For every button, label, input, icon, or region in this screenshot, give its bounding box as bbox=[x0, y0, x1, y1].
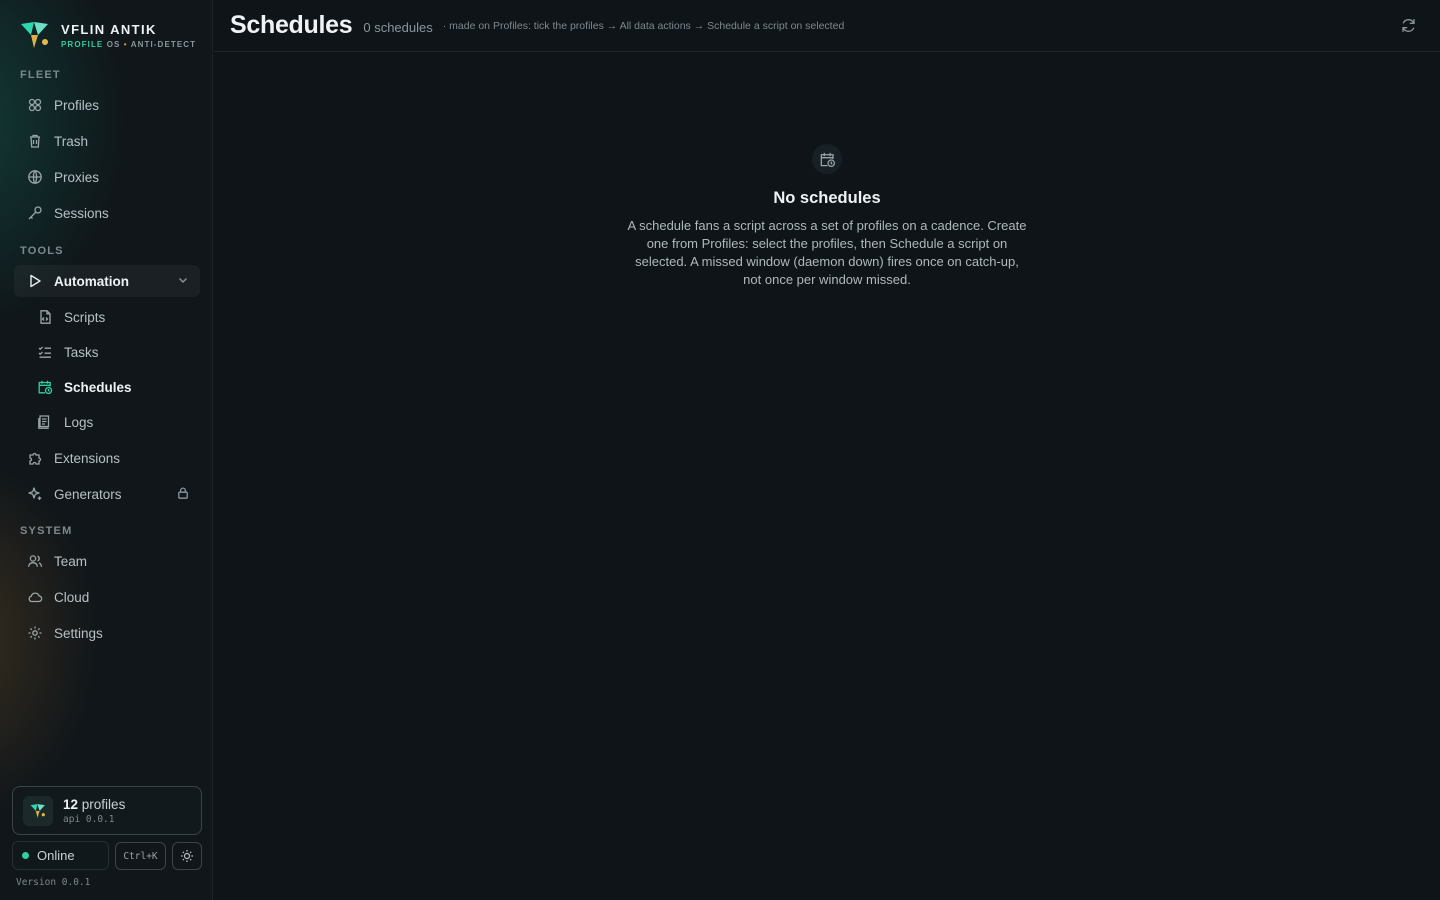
sidebar-item-team[interactable]: Team bbox=[14, 545, 200, 577]
profiles-icon bbox=[26, 96, 44, 114]
sidebar-item-label: Extensions bbox=[54, 450, 121, 466]
sidebar-item-label: Team bbox=[54, 553, 88, 569]
sidebar-item-label: Settings bbox=[54, 625, 103, 641]
sidebar-item-label: Automation bbox=[54, 273, 129, 289]
sidebar: VFLIN ANTIK PROFILE OS • ANTI-DETECT FLE… bbox=[0, 0, 213, 900]
theme-toggle-button[interactable] bbox=[172, 842, 202, 870]
sidebar-item-label: Profiles bbox=[54, 97, 100, 113]
page-header: Schedules 0 schedules · made on Profiles… bbox=[214, 0, 1440, 52]
sidebar-item-generators[interactable]: Generators bbox=[14, 478, 200, 510]
sidebar-item-label: Scripts bbox=[64, 309, 106, 325]
sidebar-item-settings[interactable]: Settings bbox=[14, 617, 200, 649]
section-label-system: SYSTEM bbox=[20, 525, 73, 537]
status-label: Online bbox=[37, 848, 75, 863]
sidebar-item-proxies[interactable]: Proxies bbox=[14, 161, 200, 193]
brand-name: VFLIN ANTIK bbox=[61, 21, 157, 37]
team-icon bbox=[26, 552, 44, 570]
key-icon bbox=[26, 204, 44, 222]
sidebar-item-tasks[interactable]: Tasks bbox=[24, 336, 200, 368]
sidebar-item-automation[interactable]: Automation bbox=[14, 265, 200, 297]
sidebar-item-extensions[interactable]: Extensions bbox=[14, 442, 200, 474]
globe-icon bbox=[26, 168, 44, 186]
chevron-down-icon[interactable] bbox=[176, 273, 190, 287]
sun-icon bbox=[181, 850, 193, 862]
command-palette-shortcut[interactable]: Ctrl+K bbox=[115, 842, 166, 870]
sparkle-icon bbox=[26, 485, 44, 503]
calendar-clock-icon bbox=[36, 378, 54, 396]
gear-icon bbox=[26, 624, 44, 642]
profiles-count: 12 profiles bbox=[63, 796, 126, 812]
page-hint: · made on Profiles: tick the profiles → … bbox=[442, 20, 845, 32]
sidebar-item-label: Cloud bbox=[54, 589, 90, 605]
trash-icon bbox=[26, 132, 44, 150]
calendar-clock-icon bbox=[812, 144, 842, 174]
sidebar-item-cloud[interactable]: Cloud bbox=[14, 581, 200, 613]
brand[interactable]: VFLIN ANTIK PROFILE OS • ANTI-DETECT bbox=[18, 18, 196, 52]
status-indicator[interactable]: Online bbox=[12, 841, 109, 870]
sidebar-item-label: Logs bbox=[64, 414, 94, 430]
sidebar-item-label: Schedules bbox=[64, 379, 132, 395]
page-title: Schedules bbox=[230, 11, 353, 39]
sidebar-item-profiles[interactable]: Profiles bbox=[14, 89, 200, 121]
section-label-tools: TOOLS bbox=[20, 245, 64, 257]
puzzle-icon bbox=[26, 449, 44, 467]
sidebar-item-label: Tasks bbox=[64, 344, 99, 360]
cloud-icon bbox=[26, 588, 44, 606]
sidebar-item-label: Trash bbox=[54, 133, 89, 149]
sidebar-item-scripts[interactable]: Scripts bbox=[24, 301, 200, 333]
refresh-icon bbox=[1402, 18, 1415, 33]
sidebar-item-sessions[interactable]: Sessions bbox=[14, 197, 200, 229]
app-version: Version 0.0.1 bbox=[16, 877, 91, 888]
play-icon bbox=[26, 272, 44, 290]
brand-logo-icon bbox=[21, 22, 48, 48]
sidebar-item-logs[interactable]: Logs bbox=[24, 406, 200, 438]
tasks-icon bbox=[36, 343, 54, 361]
sidebar-item-label: Proxies bbox=[54, 169, 100, 185]
sidebar-item-trash[interactable]: Trash bbox=[14, 125, 200, 157]
sidebar-item-label: Sessions bbox=[54, 205, 109, 221]
logs-icon bbox=[36, 413, 54, 431]
status-dot bbox=[22, 852, 29, 859]
api-version: api 0.0.1 bbox=[63, 813, 115, 825]
empty-state-description: A schedule fans a script across a set of… bbox=[627, 218, 1027, 287]
refresh-button[interactable] bbox=[1400, 17, 1418, 35]
sidebar-item-label: Generators bbox=[54, 486, 122, 502]
lock-icon bbox=[176, 486, 190, 500]
brand-tagline: PROFILE OS • ANTI-DETECT bbox=[61, 39, 197, 49]
brand-mini-logo-icon bbox=[23, 795, 53, 826]
section-label-fleet: FLEET bbox=[20, 69, 61, 81]
empty-state-title: No schedules bbox=[773, 189, 881, 207]
empty-state: No schedules A schedule fans a script ac… bbox=[614, 144, 1040, 289]
profiles-summary-card[interactable]: 12 profiles api 0.0.1 bbox=[12, 786, 202, 835]
script-icon bbox=[36, 308, 54, 326]
schedule-count: 0 schedules bbox=[363, 20, 433, 35]
sidebar-item-schedules[interactable]: Schedules bbox=[24, 371, 200, 403]
